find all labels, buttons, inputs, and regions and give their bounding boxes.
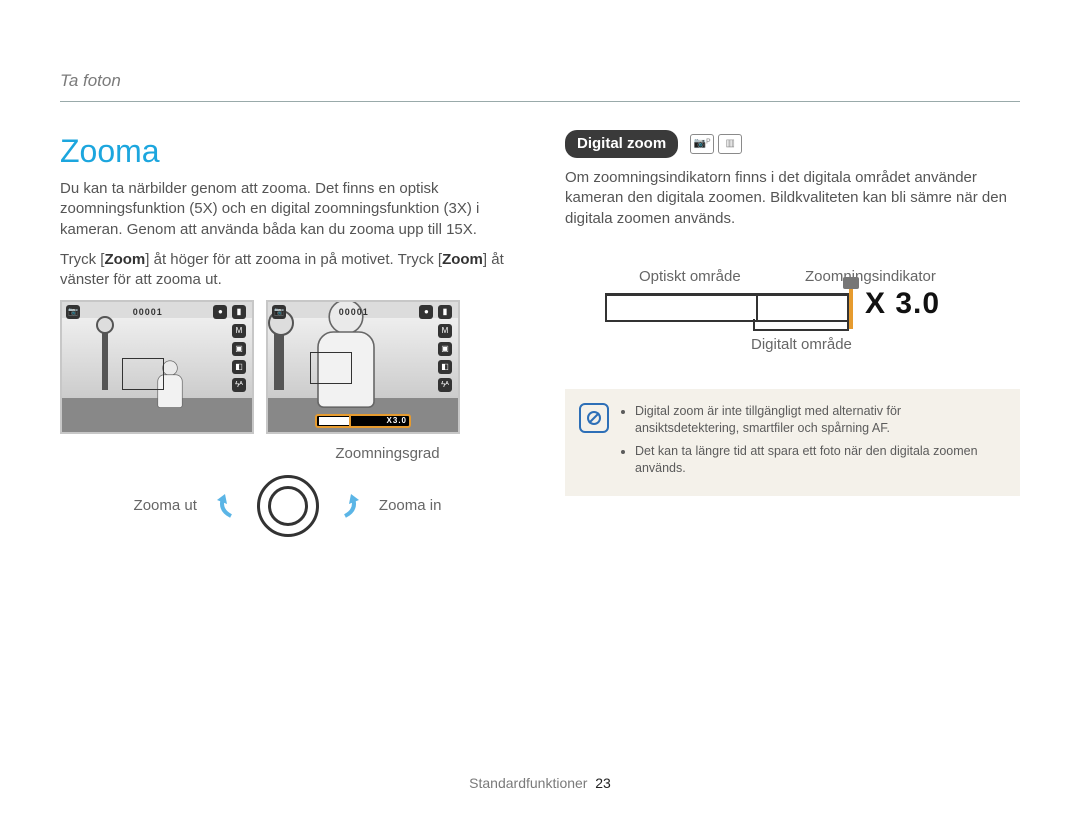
intro-paragraph: Du kan ta närbilder genom att zooma. Det… (60, 179, 515, 240)
zoom-dial-icon (257, 475, 319, 537)
digital-zoom-pill: Digital zoom (565, 130, 678, 158)
frame-counter: 00001 (339, 306, 369, 318)
flash-icon: ϟᴬ (438, 378, 452, 392)
rec-icon: ● (419, 305, 433, 319)
right-column: Digital zoom 📷ᴾ ▥ Om zoomningsindikatorn… (565, 130, 1020, 537)
zoom-instruction: Tryck [Zoom] åt höger för att zooma in p… (60, 250, 515, 291)
camera-icon: 📷 (66, 305, 80, 319)
rec-icon: ● (213, 305, 227, 319)
mode-icon: ▣ (232, 342, 246, 356)
digital-range-label: Digitalt område (751, 335, 852, 355)
camera-display-row: 📷 00001 ● ▮ M ▣ ◧ ϟᴬ (60, 300, 515, 434)
zoom-bar-value: X3.0 (351, 416, 407, 427)
camera-display-wide: 📷 00001 ● ▮ M ▣ ◧ ϟᴬ (60, 300, 254, 434)
zoom-key: Zoom (104, 251, 145, 268)
digital-zoom-intro: Om zoomningsindikatorn finns i det digit… (565, 168, 1020, 229)
camera-display-zoomed: 📷 00001 ● ▮ M ▣ ◧ ϟᴬ (266, 300, 460, 434)
note-box: Digital zoom är inte tillgängligt med al… (565, 389, 1020, 497)
mode-icon: ◧ (232, 360, 246, 374)
zoom-level-callout: Zoomningsgrad (260, 444, 515, 464)
optical-range-label: Optiskt område (639, 267, 741, 287)
zoom-key: Zoom (442, 251, 483, 268)
camera-icon: 📷 (272, 305, 286, 319)
flash-icon: ϟᴬ (232, 378, 246, 392)
resolution-icon: M (438, 324, 452, 338)
battery-icon: ▮ (438, 305, 452, 319)
zoom-value: X 3.0 (865, 289, 940, 319)
focus-frame (122, 358, 164, 390)
note-icon (579, 403, 609, 433)
resolution-icon: M (232, 324, 246, 338)
arrow-left-icon (213, 492, 241, 520)
left-column: Zooma Du kan ta närbilder genom att zoom… (60, 130, 515, 537)
camera-mode-icon: 📷ᴾ (690, 134, 714, 154)
arrow-right-icon (335, 492, 363, 520)
mode-icon: ▣ (438, 342, 452, 356)
page-footer: Standardfunktioner 23 (0, 774, 1080, 793)
breadcrumb: Ta foton (60, 70, 1020, 102)
text: ] åt höger för att zooma in på motivet. … (145, 251, 442, 268)
note-item: Digital zoom är inte tillgängligt med al… (635, 403, 1004, 437)
callout-leader (363, 432, 364, 434)
zoom-range-bar (605, 293, 849, 322)
frame-counter: 00001 (133, 306, 163, 318)
page-number: 23 (595, 775, 611, 791)
zoom-out-label: Zooma ut (134, 496, 197, 516)
mode-icon: ◧ (438, 360, 452, 374)
zoom-indicator-marker (849, 289, 853, 329)
zoom-bar: X3.0 (315, 414, 411, 428)
digital-range-bracket (753, 319, 849, 331)
battery-icon: ▮ (232, 305, 246, 319)
zoom-in-label: Zooma in (379, 496, 442, 516)
text: Tryck [ (60, 251, 104, 268)
mode-icons: 📷ᴾ ▥ (690, 134, 742, 154)
scene-mode-icon: ▥ (718, 134, 742, 154)
focus-frame (310, 352, 352, 384)
note-item: Det kan ta längre tid att spara ett foto… (635, 443, 1004, 477)
zoom-range-diagram: Optiskt område Zoomningsindikator X 3.0 … (605, 249, 975, 349)
zoom-indicator-label: Zoomningsindikator (805, 267, 936, 287)
section-title: Zooma (60, 130, 515, 173)
zoom-dial-row: Zooma ut Zooma in (60, 475, 515, 537)
footer-section: Standardfunktioner (469, 775, 587, 791)
